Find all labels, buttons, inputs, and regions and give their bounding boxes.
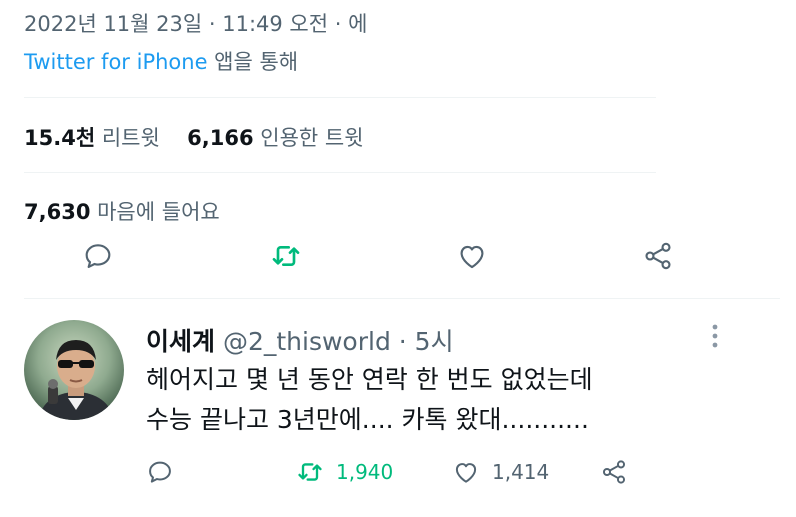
tweet-timestamp[interactable]: 2022년 11월 23일 · 11:49 오전 · 에 [24,8,367,38]
source-suffix: 앱을 통해 [207,50,299,74]
quotes-stat[interactable]: 6,166 인용한 트윗 [187,126,363,150]
source-app-link[interactable]: Twitter for iPhone [24,50,208,74]
reply-text-line: 헤어지고 몇 년 동안 연락 한 번도 없었는데 [146,365,593,394]
reply-icon [85,244,111,268]
tweet-source: Twitter for iPhone 앱을 통해 [24,46,298,76]
heart-icon [460,245,484,269]
profile-photo [40,340,112,420]
retweets-stat[interactable]: 15.4천 리트윗 [24,126,160,150]
retweet-icon [298,463,322,481]
reply-share-button[interactable] [600,458,628,486]
share-icon [602,460,626,484]
quotes-label: 인용한 트윗 [253,126,364,150]
reply-text: 헤어지고 몇 년 동안 연락 한 번도 없었는데 수능 끝나고 3년만에....… [146,360,593,440]
like-button[interactable] [452,236,492,276]
divider [24,172,656,173]
share-icon [645,242,671,270]
likes-count: 7,630 [24,200,91,224]
reply-text-line: 수능 끝나고 3년만에.... 카톡 왔대........... [146,405,589,434]
retweet-button[interactable] [266,236,306,276]
reply-like-button[interactable]: 1,414 [452,458,549,486]
retweets-label: 리트윗 [95,126,160,150]
reply-icon [149,461,171,483]
engagement-stats: 15.4천 리트윗 6,166 인용한 트윗 [24,122,364,152]
avatar[interactable] [24,320,124,420]
retweets-count: 15.4천 [24,126,96,150]
likes-stat[interactable]: 7,630 마음에 들어요 [24,196,220,226]
share-button[interactable] [638,236,678,276]
retweet-icon [272,246,300,266]
divider [24,97,656,98]
likes-label: 마음에 들어요 [90,200,220,224]
reply-time[interactable]: · 5시 [391,327,454,356]
reply-retweet-count: 1,940 [336,460,394,484]
reply-header: 이세계 @2_thisworld · 5시 [146,322,454,358]
heart-icon [455,463,477,483]
reply-button[interactable] [78,236,118,276]
more-options-button[interactable] [700,322,730,352]
reply-like-count: 1,414 [492,460,550,484]
reply-display-name[interactable]: 이세계 [146,327,215,356]
divider [24,298,780,299]
reply-reply-button[interactable] [146,458,174,486]
reply-handle[interactable]: @2_thisworld [215,327,391,356]
more-icon [712,324,718,348]
quotes-count: 6,166 [187,126,254,150]
reply-retweet-button[interactable]: 1,940 [296,458,393,486]
